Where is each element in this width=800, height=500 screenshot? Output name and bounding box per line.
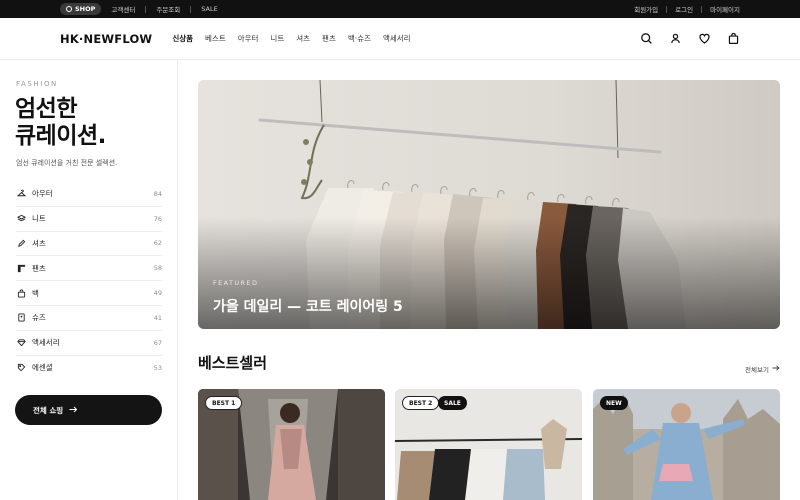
divider (190, 5, 192, 13)
user-icon[interactable] (669, 32, 682, 45)
category-count: 41 (153, 313, 162, 322)
hanger-icon (16, 189, 26, 199)
divider (145, 5, 147, 13)
pen-icon (16, 238, 26, 248)
sidebar-eyebrow: FASHION (16, 80, 58, 88)
search-icon[interactable] (640, 32, 653, 45)
category-item-bag[interactable]: 백 49 (16, 281, 162, 306)
category-label: 팬츠 (32, 263, 46, 273)
divider (666, 5, 668, 13)
category-label: 에센셜 (32, 363, 53, 373)
link-customer-center[interactable]: 고객센터 (111, 4, 135, 14)
shop-icon (66, 6, 72, 12)
badge: NEW (600, 396, 628, 410)
sidebar-title: 엄선한 큐레이션. (15, 96, 106, 150)
link-signup[interactable]: 회원가입 (634, 4, 658, 14)
bestsellers-title: 베스트셀러 (198, 354, 268, 372)
utility-bar: SHOP 고객센터 주문조회 SALE 회원가입 로그인 마이페이지 (0, 0, 800, 18)
sidebar-title-line1: 엄선한 (15, 96, 77, 122)
nav-item-accessories[interactable]: 액세서리 (383, 33, 411, 44)
shop-label: SHOP (75, 5, 96, 13)
category-label: 액세서리 (32, 338, 60, 348)
category-count: 67 (153, 338, 162, 347)
shop-all-label: 전체 쇼핑 (33, 405, 64, 415)
arrow-right-icon (69, 406, 78, 415)
category-label: 백 (32, 288, 39, 298)
main-nav: 신상품 베스트 아우터 니트 셔츠 팬츠 백·슈즈 액세서리 (172, 33, 410, 44)
layers-icon (16, 214, 26, 224)
pants-icon (16, 263, 26, 273)
nav-item-shirts[interactable]: 셔츠 (296, 33, 310, 44)
tag-icon (16, 363, 26, 373)
category-count: 76 (153, 214, 162, 223)
nav-item-best[interactable]: 베스트 (205, 33, 226, 44)
link-order-lookup[interactable]: 주문조회 (156, 4, 180, 14)
bag-icon[interactable] (727, 32, 740, 45)
heart-icon[interactable] (698, 32, 711, 45)
arrow-right-icon (772, 365, 780, 373)
category-item-shirts[interactable]: 셔츠 62 (16, 232, 162, 257)
category-item-shoes[interactable]: 슈즈 41 (16, 306, 162, 331)
category-item-accessories[interactable]: 액세서리 67 (16, 331, 162, 356)
category-label: 니트 (32, 214, 46, 224)
sidebar-title-line2: 큐레이션. (15, 123, 106, 149)
shoe-icon (16, 313, 26, 323)
featured-title: 가을 데일리 — 코트 레이어링 5 (213, 299, 403, 315)
badge: SALE (438, 396, 467, 410)
shop-pill[interactable]: SHOP (60, 3, 102, 15)
category-item-knit[interactable]: 니트 76 (16, 207, 162, 232)
category-label: 셔츠 (32, 238, 46, 248)
category-label: 아우터 (32, 189, 53, 199)
category-item-essentials[interactable]: 에센셜 53 (16, 356, 162, 381)
featured-banner[interactable]: FEATURED 가을 데일리 — 코트 레이어링 5 (198, 80, 780, 329)
view-all-label: 전체보기 (745, 366, 769, 374)
link-login[interactable]: 로그인 (675, 4, 693, 14)
link-mypage[interactable]: 마이페이지 (710, 4, 740, 14)
shop-all-button[interactable]: 전체 쇼핑 (15, 395, 162, 425)
nav-item-bags-shoes[interactable]: 백·슈즈 (348, 33, 371, 44)
main-header: HK·NEWFLOW 신상품 베스트 아우터 니트 셔츠 팬츠 백·슈즈 액세서… (0, 18, 800, 60)
category-count: 49 (153, 289, 162, 298)
product-card[interactable]: BEST 2 SALE (395, 389, 582, 500)
nav-item-new[interactable]: 신상품 (172, 33, 193, 44)
sidebar-subtitle: 엄선 큐레이션을 거친 전문 셀렉션. (16, 159, 118, 167)
product-card[interactable]: BEST 1 (198, 389, 385, 500)
view-all-link[interactable]: 전체보기 (745, 364, 780, 374)
category-item-pants[interactable]: 팬츠 58 (16, 256, 162, 282)
gem-icon (16, 338, 26, 348)
divider (701, 5, 703, 13)
bag-icon (16, 288, 26, 298)
category-item-outer[interactable]: 아우터 84 (16, 182, 162, 207)
featured-label: FEATURED (213, 279, 259, 287)
nav-item-outer[interactable]: 아우터 (238, 33, 259, 44)
link-sale[interactable]: SALE (201, 5, 217, 13)
logo[interactable]: HK·NEWFLOW (60, 32, 152, 46)
category-count: 53 (153, 363, 162, 372)
category-list: 아우터 84 니트 76 셔츠 62 팬츠 58 백 49 슈즈 41 액세서리… (16, 182, 162, 380)
nav-item-pants[interactable]: 팬츠 (322, 33, 336, 44)
category-count: 62 (153, 239, 162, 248)
category-count: 58 (153, 264, 162, 273)
featured-image (198, 80, 780, 329)
nav-item-knit[interactable]: 니트 (270, 33, 284, 44)
product-card[interactable]: NEW (593, 389, 780, 500)
badge: BEST 2 (402, 396, 440, 410)
badge: BEST 1 (205, 396, 243, 410)
sidebar: FASHION 엄선한 큐레이션. 엄선 큐레이션을 거친 전문 셀렉션. 아우… (0, 60, 178, 500)
category-count: 84 (153, 189, 162, 198)
category-label: 슈즈 (32, 313, 46, 323)
